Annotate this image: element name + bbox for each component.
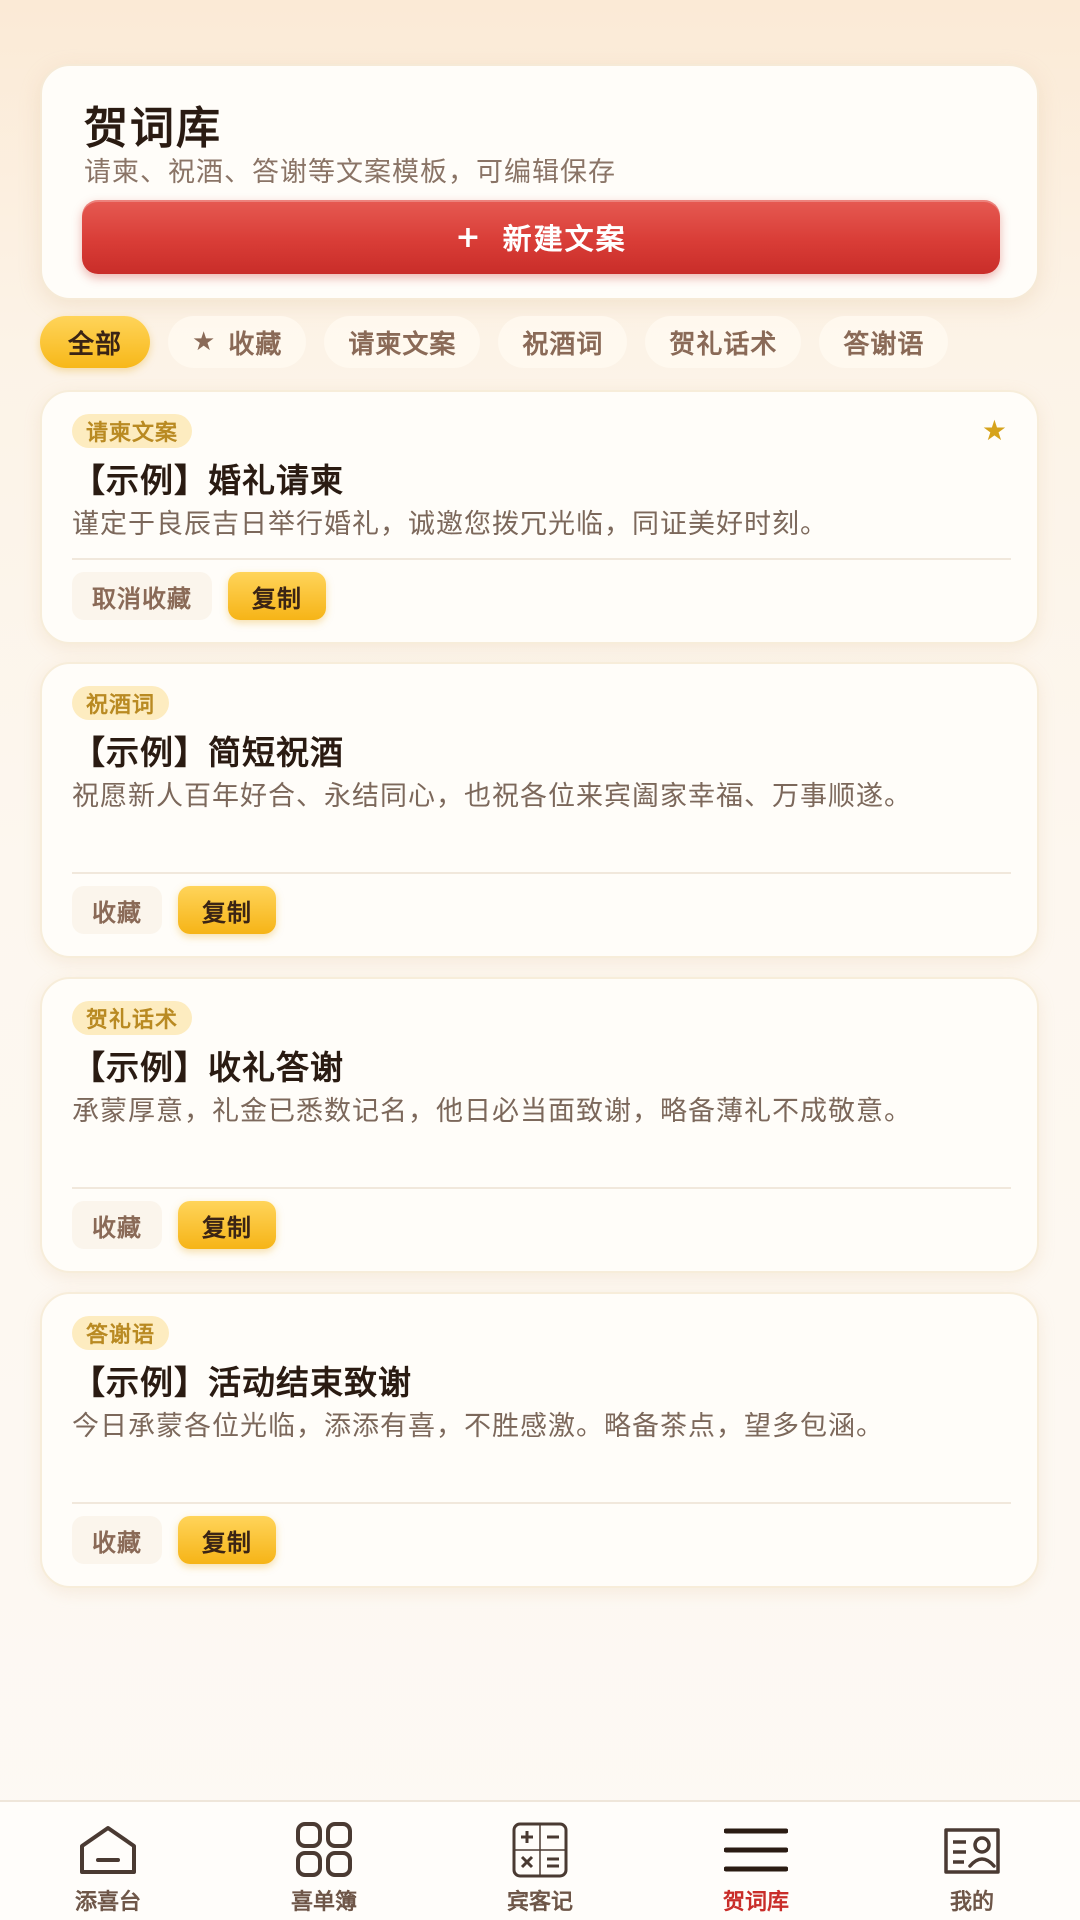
tab-label: 贺礼话术 [669, 329, 778, 360]
template-card[interactable]: 祝酒词 【示例】简短祝酒 祝愿新人百年好合、永结同心，也祝各位来宾阖家幸福、万事… [40, 662, 1039, 958]
card-actions: 取消收藏 复制 [72, 572, 326, 620]
star-icon: ★ [192, 327, 217, 357]
nav-label: 添喜台 [74, 1890, 141, 1915]
template-card[interactable]: 答谢语 【示例】活动结束致谢 今日承蒙各位光临，添添有喜，不胜感激。略备茶点，望… [40, 1292, 1039, 1588]
category-tag: 请柬文案 [72, 414, 193, 448]
nav-item-home[interactable]: 添喜台 [0, 1802, 216, 1920]
card-title: 【示例】活动结束致谢 [72, 1363, 412, 1402]
card-body: 谨定于良辰吉日举行婚礼，诚邀您拨冗光临，同证美好时刻。 [72, 509, 828, 540]
divider [72, 1502, 1011, 1504]
nav-label: 我的 [949, 1890, 994, 1915]
favorite-button[interactable]: 收藏 [72, 1201, 162, 1249]
tab-toast[interactable]: 祝酒词 [498, 316, 628, 368]
new-copy-button[interactable]: + 新建文案 [82, 200, 1000, 274]
card-actions: 收藏 复制 [72, 1201, 276, 1249]
card-title: 【示例】婚礼请柬 [72, 461, 344, 500]
tab-label: 答谢语 [843, 329, 925, 360]
page-title: 贺词库 [84, 103, 222, 154]
nav-item-guests[interactable]: 宾客记 [432, 1802, 648, 1920]
bottom-nav: 添喜台 喜单簿 宾客记 贺词库 我的 [0, 1800, 1080, 1920]
tab-all[interactable]: 全部 [40, 316, 151, 368]
tab-label: 收藏 [228, 329, 283, 360]
page-subtitle: 请柬、祝酒、答谢等文案模板，可编辑保存 [84, 157, 616, 188]
nav-label: 喜单簿 [290, 1890, 357, 1915]
tab-thanks[interactable]: 答谢语 [819, 316, 949, 368]
card-actions: 收藏 复制 [72, 1516, 276, 1564]
tab-favorites[interactable]: ★ 收藏 [168, 316, 307, 368]
tab-label: 全部 [68, 329, 123, 360]
category-tag: 答谢语 [72, 1316, 170, 1350]
category-tag: 祝酒词 [72, 686, 170, 720]
profile-card-icon [944, 1828, 1000, 1874]
divider [72, 872, 1011, 874]
copy-button[interactable]: 复制 [178, 1201, 276, 1249]
star-icon: ★ [981, 414, 1007, 447]
filter-tabs: 全部 ★ 收藏 请柬文案 祝酒词 贺礼话术 答谢语 [40, 314, 1040, 370]
nav-item-phrases[interactable]: 贺词库 [648, 1802, 864, 1920]
card-body: 今日承蒙各位光临，添添有喜，不胜感激。略备茶点，望多包涵。 [72, 1411, 884, 1442]
home-icon [80, 1826, 136, 1874]
favorite-button[interactable]: 收藏 [72, 1516, 162, 1564]
tab-label: 请柬文案 [348, 329, 457, 360]
card-title: 【示例】简短祝酒 [72, 733, 344, 772]
card-title: 【示例】收礼答谢 [72, 1048, 344, 1087]
tab-gift-talk[interactable]: 贺礼话术 [645, 316, 802, 368]
category-tag: 贺礼话术 [72, 1001, 193, 1035]
template-card[interactable]: 贺礼话术 【示例】收礼答谢 承蒙厚意，礼金已悉数记名，他日必当面致谢，略备薄礼不… [40, 977, 1039, 1273]
new-copy-button-label: 新建文案 [502, 222, 627, 256]
grid-icon [296, 1822, 352, 1877]
card-body: 承蒙厚意，礼金已悉数记名，他日必当面致谢，略备薄礼不成敬意。 [72, 1096, 912, 1127]
nav-label: 贺词库 [722, 1890, 789, 1915]
divider [72, 1187, 1011, 1189]
card-body: 祝愿新人百年好合、永结同心，也祝各位来宾阖家幸福、万事顺遂。 [72, 781, 912, 812]
header-card: 贺词库 请柬、祝酒、答谢等文案模板，可编辑保存 + 新建文案 [40, 64, 1039, 300]
nav-item-mine[interactable]: 我的 [864, 1802, 1080, 1920]
plus-icon: + [455, 219, 483, 255]
tab-label: 祝酒词 [522, 329, 604, 360]
menu-icon [724, 1828, 788, 1872]
copy-button[interactable]: 复制 [228, 572, 326, 620]
calculator-icon [512, 1822, 568, 1878]
card-actions: 收藏 复制 [72, 886, 276, 934]
copy-button[interactable]: 复制 [178, 886, 276, 934]
copy-button[interactable]: 复制 [178, 1516, 276, 1564]
favorite-button[interactable]: 收藏 [72, 886, 162, 934]
divider [72, 558, 1011, 560]
nav-label: 宾客记 [506, 1890, 573, 1915]
nav-item-gift-list[interactable]: 喜单簿 [216, 1802, 432, 1920]
tab-invitation[interactable]: 请柬文案 [324, 316, 481, 368]
unfavorite-button[interactable]: 取消收藏 [72, 572, 212, 620]
template-card[interactable]: 请柬文案 ★ 【示例】婚礼请柬 谨定于良辰吉日举行婚礼，诚邀您拨冗光临，同证美好… [40, 390, 1039, 644]
